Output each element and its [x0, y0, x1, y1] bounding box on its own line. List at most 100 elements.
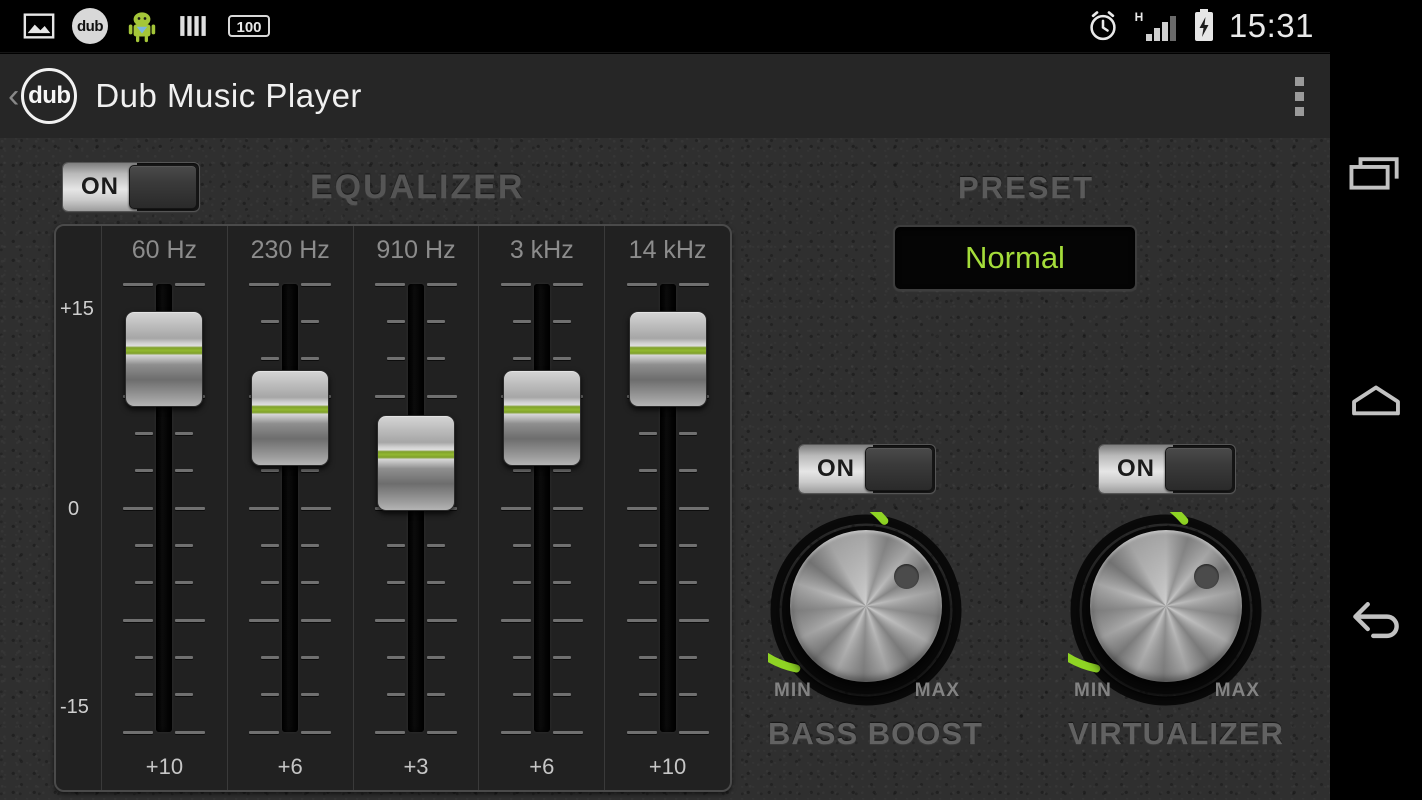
overflow-menu-icon[interactable]	[1295, 76, 1304, 116]
overflow-dot	[1295, 106, 1304, 116]
virtualizer-toggle-thumb[interactable]	[1165, 447, 1233, 491]
equalizer-toggle-track: ON	[63, 163, 137, 211]
slider-tick	[123, 730, 154, 734]
slider-tick	[512, 693, 531, 697]
slider-tick	[512, 319, 531, 323]
band-slider[interactable]	[102, 282, 227, 734]
slider-tick	[301, 469, 320, 473]
dub-app-icon: dub	[72, 8, 108, 44]
android-navigation-bar	[1330, 0, 1422, 800]
slider-tick	[249, 730, 280, 734]
slider-tick	[638, 543, 657, 547]
slider-tick	[638, 431, 657, 435]
slider-tick	[678, 655, 697, 659]
slider-tick	[123, 618, 154, 622]
slider-tick	[426, 357, 445, 361]
slider-tick	[678, 618, 709, 622]
equalizer-toggle[interactable]: ON	[62, 162, 200, 212]
bass-boost-toggle[interactable]: ON	[798, 444, 936, 494]
equalizer-section-title: EQUALIZER	[310, 168, 525, 206]
slider-tick	[426, 618, 457, 622]
slider-tick	[678, 469, 697, 473]
equalizer-band: 230 Hz +6	[228, 226, 354, 790]
virtualizer-min-label: MIN	[1074, 680, 1112, 701]
bass-boost-toggle-thumb[interactable]	[865, 447, 933, 491]
slider-ticks	[228, 282, 353, 734]
band-slider[interactable]	[228, 282, 353, 734]
slider-thumb[interactable]	[376, 415, 455, 512]
bass-boost-knob-face[interactable]	[790, 530, 942, 682]
slider-tick	[387, 357, 405, 361]
battery-charging-icon	[1194, 9, 1213, 41]
back-chevron-icon[interactable]: ‹	[8, 79, 19, 113]
alarm-icon	[1090, 11, 1116, 41]
slider-tick	[175, 282, 206, 286]
svg-text:100: 100	[236, 19, 261, 36]
slider-thumb[interactable]	[502, 370, 581, 467]
slider-tick	[387, 581, 405, 585]
status-bar: dub 100 H 15:31	[0, 0, 1330, 53]
overflow-dot	[1295, 76, 1304, 86]
slider-tick	[175, 543, 194, 547]
slider-tick	[375, 618, 405, 622]
slider-tick	[552, 282, 583, 286]
home-button[interactable]	[1330, 372, 1422, 434]
recents-icon	[1349, 157, 1399, 190]
slider-tick	[512, 581, 531, 585]
slider-tick	[387, 319, 405, 323]
virtualizer-knob-face[interactable]	[1090, 530, 1242, 682]
slider-tick	[175, 730, 206, 734]
slider-tick	[135, 581, 154, 585]
scale-label-top: +15	[60, 298, 94, 320]
virtualizer-toggle[interactable]: ON	[1098, 444, 1236, 494]
slider-tick	[638, 581, 657, 585]
slider-tick	[261, 655, 280, 659]
slider-tick	[426, 319, 445, 323]
band-frequency-label: 14 kHz	[628, 236, 707, 264]
slider-tick	[512, 543, 531, 547]
virtualizer-knob-indicator	[1194, 564, 1219, 589]
band-frequency-label: 60 Hz	[131, 236, 198, 264]
slider-tick	[552, 357, 571, 361]
bass-boost-knob[interactable]	[768, 512, 964, 708]
slider-thumb[interactable]	[125, 310, 204, 407]
band-slider[interactable]	[354, 282, 479, 734]
slider-tick	[175, 693, 194, 697]
band-gain-value: +10	[648, 754, 687, 779]
bass-boost-min-label: MIN	[774, 680, 812, 701]
equalizer-toggle-thumb[interactable]	[129, 165, 197, 209]
slider-thumb[interactable]	[628, 310, 707, 407]
recents-button[interactable]	[1330, 145, 1422, 207]
bass-boost-caption: BASS BOOST	[768, 716, 983, 751]
slider-tick	[249, 282, 280, 286]
virtualizer-toggle-track: ON	[1099, 445, 1173, 493]
bass-boost-knob-indicator	[894, 564, 919, 589]
slider-tick	[678, 543, 697, 547]
slider-tick	[261, 543, 280, 547]
preset-selector[interactable]: Normal	[893, 225, 1137, 291]
virtualizer-knob[interactable]	[1068, 512, 1264, 708]
slider-tick	[678, 506, 709, 510]
slider-tick	[261, 319, 280, 323]
app-logo-icon: dub	[21, 68, 78, 124]
slider-tick	[375, 394, 405, 398]
svg-text:H: H	[1135, 10, 1144, 24]
slider-tick	[261, 581, 280, 585]
band-slider[interactable]	[605, 282, 730, 734]
back-icon	[1353, 602, 1399, 639]
slider-tick	[301, 581, 320, 585]
slider-tick	[512, 655, 531, 659]
slider-tick	[626, 506, 657, 510]
back-button[interactable]	[1330, 585, 1422, 651]
slider-ticks	[479, 282, 604, 734]
bass-boost-toggle-label: ON	[817, 455, 855, 482]
slider-tick	[261, 469, 280, 473]
slider-tick	[249, 506, 280, 510]
slider-tick	[301, 730, 332, 734]
band-slider[interactable]	[479, 282, 604, 734]
slider-tick	[552, 469, 571, 473]
equalizer-band: 14 kHz +10	[605, 226, 730, 790]
slider-tick	[500, 282, 531, 286]
slider-tick	[175, 655, 194, 659]
slider-thumb[interactable]	[251, 370, 330, 467]
